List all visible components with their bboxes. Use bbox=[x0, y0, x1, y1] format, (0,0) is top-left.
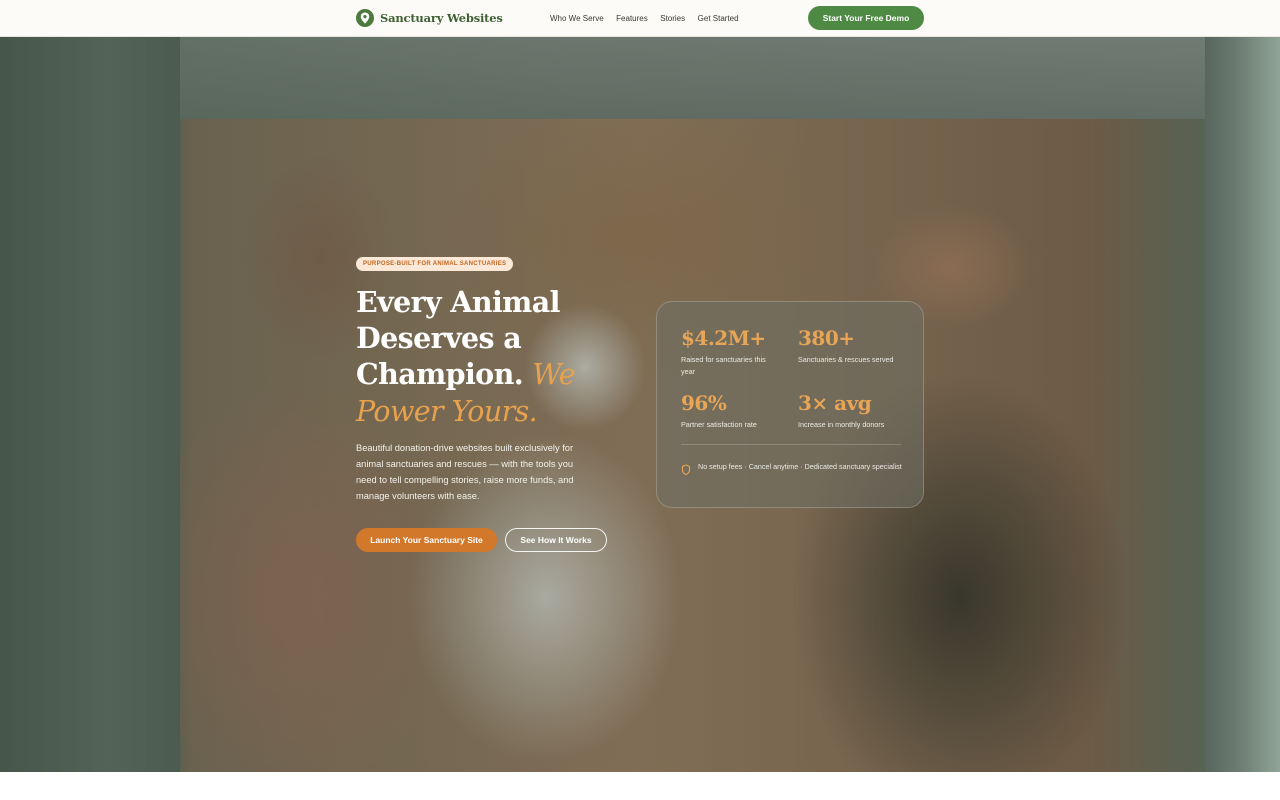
how-it-works-button[interactable]: See How It Works bbox=[505, 528, 607, 552]
stat-served: 380+ Sanctuaries & rescues served bbox=[798, 326, 898, 366]
stat-satisfaction: 96% Partner satisfaction rate bbox=[681, 391, 781, 431]
nav-link-stories[interactable]: Stories bbox=[660, 14, 685, 23]
brand-logo[interactable]: Sanctuary Websites bbox=[356, 8, 503, 28]
nav-link-who-we-serve[interactable]: Who We Serve bbox=[550, 14, 604, 23]
nav-link-features[interactable]: Features bbox=[616, 14, 648, 23]
top-navigation: Sanctuary Websites Who We Serve Features… bbox=[0, 0, 1280, 37]
card-note: No setup fees · Cancel anytime · Dedicat… bbox=[681, 461, 911, 476]
stat-label: Sanctuaries & rescues served bbox=[798, 355, 894, 364]
stat-donors: 3× avg Increase in monthly donors bbox=[798, 391, 898, 431]
shield-icon bbox=[681, 463, 691, 476]
stat-label: Increase in monthly donors bbox=[798, 420, 885, 429]
stat-value: 3× avg bbox=[798, 391, 872, 415]
stat-value: 380+ bbox=[798, 326, 855, 350]
stat-value: $4.2M+ bbox=[681, 326, 766, 350]
map-pin-icon bbox=[356, 9, 374, 27]
hero-section: PURPOSE-BUILT FOR ANIMAL SANCTUARIES Eve… bbox=[0, 37, 1280, 772]
hero-headline: Every Animal Deserves a Champion. We Pow… bbox=[356, 284, 616, 430]
brand-name: Sanctuary Websites bbox=[380, 11, 503, 25]
stat-label: Partner satisfaction rate bbox=[681, 420, 757, 429]
headline-main: Every Animal Deserves a Champion. bbox=[356, 285, 560, 391]
launch-site-button[interactable]: Launch Your Sanctuary Site bbox=[356, 528, 497, 552]
purpose-badge: PURPOSE-BUILT FOR ANIMAL SANCTUARIES bbox=[356, 257, 514, 271]
stat-label: Raised for sanctuaries this year bbox=[681, 355, 766, 376]
note-text: No setup fees · Cancel anytime · Dedicat… bbox=[698, 462, 902, 471]
card-divider bbox=[681, 444, 901, 445]
next-section-edge bbox=[0, 772, 1280, 800]
nav-link-get-started[interactable]: Get Started bbox=[698, 14, 739, 23]
hero-overlay bbox=[0, 37, 1280, 772]
start-demo-button[interactable]: Start Your Free Demo bbox=[808, 6, 924, 30]
stat-value: 96% bbox=[681, 391, 727, 415]
hero-subtext: Beautiful donation-drive websites built … bbox=[356, 443, 574, 501]
stats-card: $4.2M+ Raised for sanctuaries this year … bbox=[656, 301, 924, 508]
stat-raised: $4.2M+ Raised for sanctuaries this year bbox=[681, 326, 781, 378]
nav-links: Who We Serve Features Stories Get Starte… bbox=[550, 0, 751, 37]
